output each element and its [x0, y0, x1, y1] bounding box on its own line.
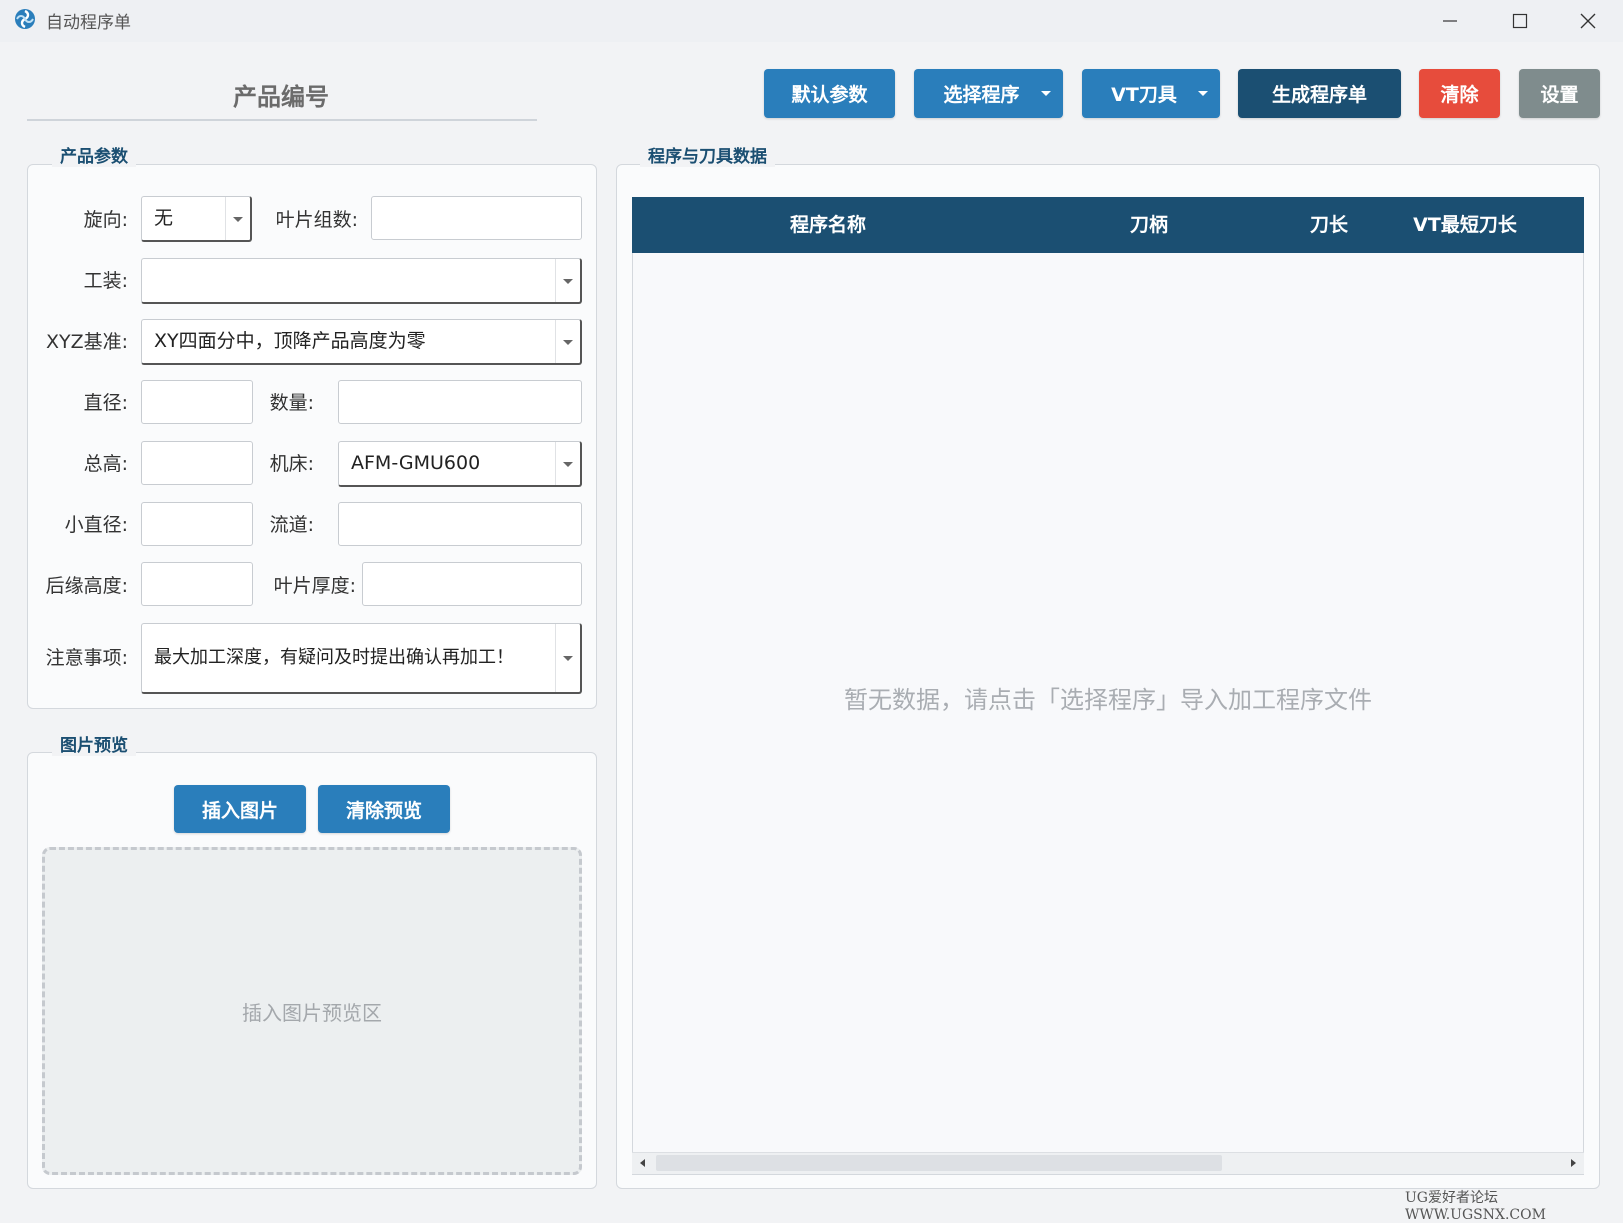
trailing-edge-height-input[interactable]	[141, 562, 253, 606]
product-number-label: 产品编号	[233, 83, 329, 111]
machine-label: 机床:	[269, 453, 314, 475]
insert-image-label: 插入图片	[201, 799, 278, 822]
default-params-button[interactable]: 默认参数	[764, 69, 895, 118]
vt-tool-label: VT刀具	[1111, 84, 1177, 106]
blade-thickness-label: 叶片厚度:	[273, 575, 356, 597]
generate-sheet-button[interactable]: 生成程序单	[1238, 69, 1401, 118]
watermark: UG爱好者论坛 WWW.UGSNX.COM	[1405, 1190, 1546, 1223]
column-header-vt-min-length[interactable]: VT最短刀长	[1384, 197, 1546, 253]
blade-groups-label: 叶片组数:	[275, 209, 358, 231]
settings-label: 设置	[1540, 84, 1579, 106]
xyz-datum-select[interactable]: XY四面分中，顶降产品高度为零	[141, 319, 582, 365]
notes-value: 最大加工深度，有疑问及时提出确认再加工！	[154, 647, 514, 668]
chevron-down-icon	[555, 259, 580, 302]
minimize-icon	[1443, 20, 1457, 22]
clear-preview-button[interactable]: 清除预览	[318, 785, 450, 833]
blade-groups-input[interactable]	[371, 196, 582, 240]
chevron-right-icon	[1571, 1159, 1576, 1167]
notes-select[interactable]: 最大加工深度，有疑问及时提出确认再加工！	[141, 623, 582, 694]
maximize-button[interactable]	[1485, 0, 1555, 42]
blade-thickness-input[interactable]	[362, 562, 582, 606]
chevron-down-icon	[555, 320, 580, 363]
runner-label: 流道:	[269, 514, 314, 536]
preview-placeholder: 插入图片预览区	[242, 1000, 382, 1025]
chevron-down-icon	[225, 197, 250, 240]
total-height-label: 总高:	[83, 453, 128, 475]
app-logo-icon	[14, 8, 36, 30]
default-params-label: 默认参数	[791, 84, 868, 106]
column-header-holder[interactable]: 刀柄	[1024, 197, 1274, 253]
clear-preview-label: 清除预览	[345, 799, 422, 822]
rotation-select[interactable]: 无	[141, 196, 252, 242]
trailing-edge-height-label: 后缘高度:	[45, 575, 128, 597]
title-bar	[0, 0, 1623, 42]
close-button[interactable]	[1553, 0, 1623, 42]
quantity-label: 数量:	[269, 392, 314, 414]
small-diameter-input[interactable]	[141, 502, 253, 546]
minimize-button[interactable]	[1415, 0, 1485, 42]
total-height-input[interactable]	[141, 441, 253, 485]
generate-sheet-label: 生成程序单	[1271, 84, 1367, 106]
chevron-left-icon	[640, 1159, 645, 1167]
settings-button[interactable]: 设置	[1519, 69, 1600, 118]
xyz-datum-label: XYZ基准:	[45, 331, 128, 353]
insert-image-button[interactable]: 插入图片	[174, 785, 306, 833]
fixture-select[interactable]	[141, 258, 582, 304]
diameter-input[interactable]	[141, 380, 253, 424]
runner-input[interactable]	[338, 502, 582, 546]
select-program-label: 选择程序	[943, 84, 1020, 106]
chevron-down-icon	[1198, 90, 1208, 96]
quantity-input[interactable]	[338, 380, 582, 424]
scroll-right-button[interactable]	[1562, 1152, 1584, 1174]
vt-tool-button[interactable]: VT刀具	[1082, 69, 1220, 118]
product-number-underline	[27, 119, 537, 121]
program-data-title: 程序与刀具数据	[640, 142, 775, 167]
diameter-label: 直径:	[83, 392, 128, 414]
scroll-left-button[interactable]	[632, 1152, 654, 1174]
empty-table-message: 暂无数据，请点击「选择程序」导入加工程序文件	[844, 686, 1372, 714]
image-preview-area[interactable]: 插入图片预览区	[42, 847, 582, 1175]
rotation-value: 无	[154, 207, 174, 229]
image-preview-title: 图片预览	[52, 731, 136, 756]
scrollbar-thumb[interactable]	[656, 1155, 1222, 1171]
machine-select[interactable]: AFM-GMU600	[338, 441, 582, 487]
maximize-icon	[1512, 13, 1528, 29]
column-header-tool-length[interactable]: 刀长	[1274, 197, 1384, 253]
chevron-down-icon	[555, 442, 580, 485]
select-program-button[interactable]: 选择程序	[914, 69, 1063, 118]
clear-button[interactable]: 清除	[1419, 69, 1500, 118]
product-params-title: 产品参数	[52, 142, 136, 167]
notes-label: 注意事项:	[45, 647, 128, 669]
clear-label: 清除	[1440, 84, 1479, 106]
column-header-program-name[interactable]: 程序名称	[632, 197, 1024, 253]
small-diameter-label: 小直径:	[64, 514, 128, 536]
rotation-label: 旋向:	[83, 209, 128, 231]
table-header: 程序名称 刀柄 刀长 VT最短刀长	[632, 197, 1584, 253]
chevron-down-icon	[555, 624, 580, 692]
window-title: 自动程序单	[46, 13, 131, 33]
close-icon	[1580, 13, 1596, 29]
fixture-label: 工装:	[83, 270, 128, 292]
xyz-datum-value: XY四面分中，顶降产品高度为零	[154, 330, 426, 352]
chevron-down-icon	[1041, 90, 1051, 96]
machine-value: AFM-GMU600	[351, 452, 481, 474]
